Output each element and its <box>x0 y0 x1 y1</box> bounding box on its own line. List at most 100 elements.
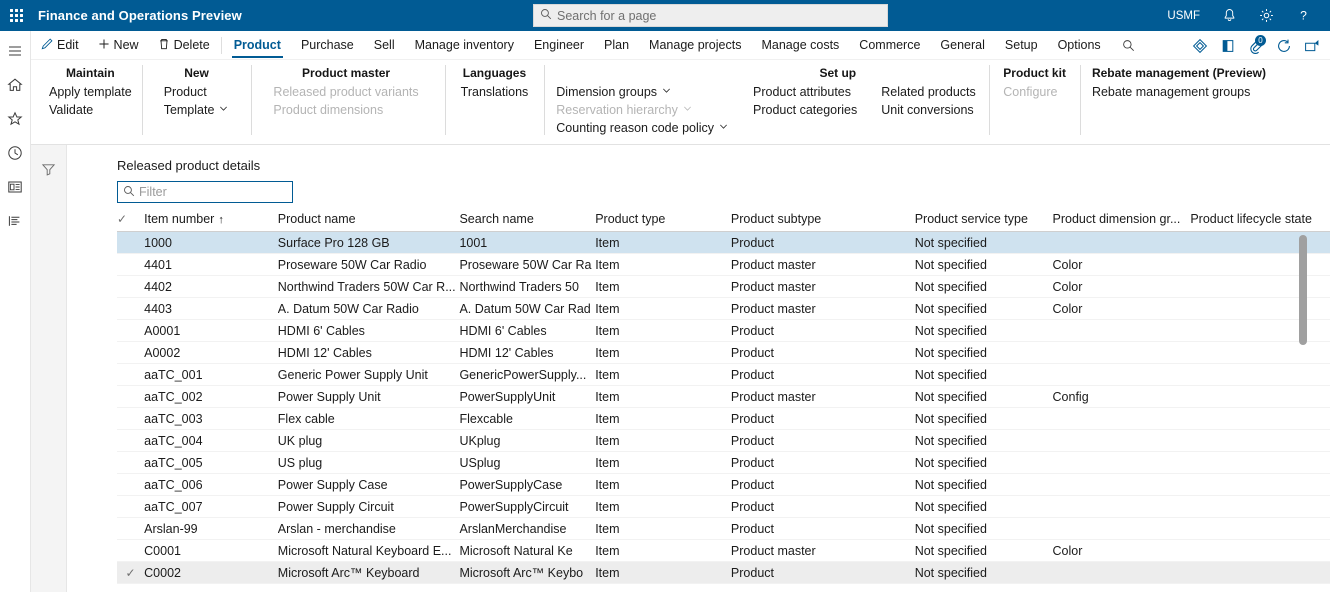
cell-item-number[interactable]: aaTC_004 <box>144 429 278 452</box>
row-select-checkbox[interactable]: ✓ <box>117 451 145 474</box>
cell-item-number[interactable]: 1000 <box>144 231 278 254</box>
cell-item-number[interactable]: Arslan-99 <box>144 517 278 540</box>
favorites-button[interactable] <box>0 105 31 136</box>
dimension-groups-item[interactable]: Dimension groups <box>556 84 729 100</box>
cell-item-number[interactable]: aaTC_005 <box>144 451 278 474</box>
tab-plan[interactable]: Plan <box>594 31 639 60</box>
settings-button[interactable] <box>1248 0 1285 31</box>
related-products-item[interactable]: Related products <box>881 84 977 100</box>
modules-button[interactable] <box>0 207 31 238</box>
workspaces-button[interactable] <box>0 173 31 204</box>
cell-item-number[interactable]: C0001 <box>144 539 278 562</box>
personalize-icon[interactable] <box>1186 31 1214 60</box>
tab-commerce[interactable]: Commerce <box>849 31 930 60</box>
vertical-scrollbar-thumb[interactable] <box>1299 235 1307 345</box>
validate-item[interactable]: Validate <box>49 102 132 118</box>
table-row[interactable]: ✓4402Northwind Traders 50W Car R...North… <box>117 275 1330 298</box>
table-row[interactable]: ✓aaTC_005US plugUSplugItemProductNot spe… <box>117 451 1330 474</box>
cell-item-number[interactable]: C0002 <box>144 561 278 584</box>
cell-item-number[interactable]: 4403 <box>144 297 278 320</box>
company-selector[interactable]: USMF <box>1156 0 1211 31</box>
cell-item-number[interactable]: aaTC_002 <box>144 385 278 408</box>
table-row[interactable]: ✓ C0002 Microsoft Arc™ Keyboard Microsoft A… <box>117 561 1330 584</box>
delete-button[interactable]: Delete <box>148 31 219 60</box>
row-select-checkbox[interactable]: ✓ <box>117 561 145 584</box>
table-row[interactable]: ✓4403A. Datum 50W Car RadioA. Datum 50W … <box>117 297 1330 320</box>
table-row[interactable]: ✓A0001HDMI 6' CablesHDMI 6' CablesItemPr… <box>117 319 1330 342</box>
product-item[interactable]: Product <box>164 84 230 100</box>
notifications-button[interactable] <box>1211 0 1248 31</box>
grid-filter-input[interactable]: Filter <box>117 181 293 203</box>
row-select-checkbox[interactable]: ✓ <box>117 429 145 452</box>
table-row[interactable]: ✓aaTC_006Power Supply CasePowerSupplyCas… <box>117 473 1330 496</box>
tab-options[interactable]: Options <box>1048 31 1111 60</box>
filter-pane-toggle[interactable] <box>31 145 67 592</box>
col-product-service-type[interactable]: Product service type <box>914 212 1053 232</box>
cell-item-number[interactable]: A0002 <box>144 341 278 364</box>
cell-item-number[interactable]: 4402 <box>144 275 278 298</box>
home-button[interactable] <box>0 71 31 102</box>
table-row[interactable]: ✓1000Surface Pro 128 GB1001ItemProductNo… <box>117 231 1330 254</box>
table-row[interactable]: ✓aaTC_002Power Supply UnitPowerSupplyUni… <box>117 385 1330 408</box>
edit-button[interactable]: Edit <box>31 31 88 60</box>
product-attributes-item[interactable]: Product attributes <box>753 84 857 100</box>
new-button[interactable]: New <box>88 31 148 60</box>
col-product-name[interactable]: Product name <box>277 212 460 232</box>
table-row[interactable]: ✓4401Proseware 50W Car RadioProseware 50… <box>117 253 1330 276</box>
cell-item-number[interactable]: 4401 <box>144 253 278 276</box>
row-select-checkbox[interactable]: ✓ <box>117 473 145 496</box>
table-row[interactable]: ✓C0001Microsoft Natural Keyboard E...Mic… <box>117 539 1330 562</box>
col-item-number[interactable]: Item number ↑ <box>144 212 278 232</box>
table-row[interactable]: ✓A0002HDMI 12' CablesHDMI 12' CablesItem… <box>117 341 1330 364</box>
tab-sell[interactable]: Sell <box>364 31 405 60</box>
col-product-lifecycle-state[interactable]: Product lifecycle state <box>1190 212 1330 232</box>
col-search-name[interactable]: Search name <box>459 212 596 232</box>
apply-template-item[interactable]: Apply template <box>49 84 132 100</box>
page-search-input[interactable]: Search for a page <box>533 4 888 27</box>
tab-manage-projects[interactable]: Manage projects <box>639 31 751 60</box>
translations-item[interactable]: Translations <box>461 84 529 100</box>
command-search-icon[interactable] <box>1115 31 1143 60</box>
open-in-new-window-icon[interactable] <box>1214 31 1242 60</box>
tab-engineer[interactable]: Engineer <box>524 31 594 60</box>
tab-purchase[interactable]: Purchase <box>291 31 364 60</box>
cell-item-number[interactable]: aaTC_006 <box>144 473 278 496</box>
cell-item-number[interactable]: aaTC_007 <box>144 495 278 518</box>
help-button[interactable]: ? <box>1285 0 1322 31</box>
cell-item-number[interactable]: aaTC_003 <box>144 407 278 430</box>
table-row[interactable]: ✓aaTC_001Generic Power Supply UnitGeneri… <box>117 363 1330 386</box>
refresh-icon[interactable] <box>1270 31 1298 60</box>
col-product-subtype[interactable]: Product subtype <box>730 212 915 232</box>
row-select-checkbox[interactable]: ✓ <box>117 341 145 364</box>
col-product-type[interactable]: Product type <box>595 212 731 232</box>
template-item[interactable]: Template <box>164 102 230 118</box>
recent-button[interactable] <box>0 139 31 170</box>
tab-general[interactable]: General <box>930 31 994 60</box>
row-select-checkbox[interactable]: ✓ <box>117 495 145 518</box>
tab-setup[interactable]: Setup <box>995 31 1048 60</box>
attachments-icon[interactable]: 0 <box>1242 31 1270 60</box>
tab-product[interactable]: Product <box>224 31 291 60</box>
cell-item-number[interactable]: aaTC_001 <box>144 363 278 386</box>
counting-reason-code-policy-item[interactable]: Counting reason code policy <box>556 120 729 136</box>
row-select-checkbox[interactable]: ✓ <box>117 253 145 276</box>
row-select-checkbox[interactable]: ✓ <box>117 319 145 342</box>
tab-manage-costs[interactable]: Manage costs <box>751 31 849 60</box>
table-row[interactable]: ✓aaTC_004UK plugUKplugItemProductNot spe… <box>117 429 1330 452</box>
select-all-header[interactable]: ✓ <box>117 212 145 232</box>
product-categories-item[interactable]: Product categories <box>753 102 857 118</box>
row-select-checkbox[interactable]: ✓ <box>117 407 145 430</box>
rebate-management-groups-item[interactable]: Rebate management groups <box>1092 84 1250 100</box>
col-product-dimension-group[interactable]: Product dimension gr... <box>1052 212 1191 232</box>
row-select-checkbox[interactable]: ✓ <box>117 363 145 386</box>
row-select-checkbox[interactable]: ✓ <box>117 297 145 320</box>
share-icon[interactable] <box>1298 31 1326 60</box>
navigation-menu-button[interactable] <box>0 37 31 68</box>
row-select-checkbox[interactable]: ✓ <box>117 275 145 298</box>
table-row[interactable]: ✓aaTC_007Power Supply CircuitPowerSupply… <box>117 495 1330 518</box>
tab-manage-inventory[interactable]: Manage inventory <box>405 31 524 60</box>
app-launcher-icon[interactable] <box>0 0 32 31</box>
table-row[interactable]: ✓Arslan-99Arslan - merchandiseArslanMerc… <box>117 517 1330 540</box>
row-select-checkbox[interactable]: ✓ <box>117 517 145 540</box>
row-select-checkbox[interactable]: ✓ <box>117 231 145 254</box>
